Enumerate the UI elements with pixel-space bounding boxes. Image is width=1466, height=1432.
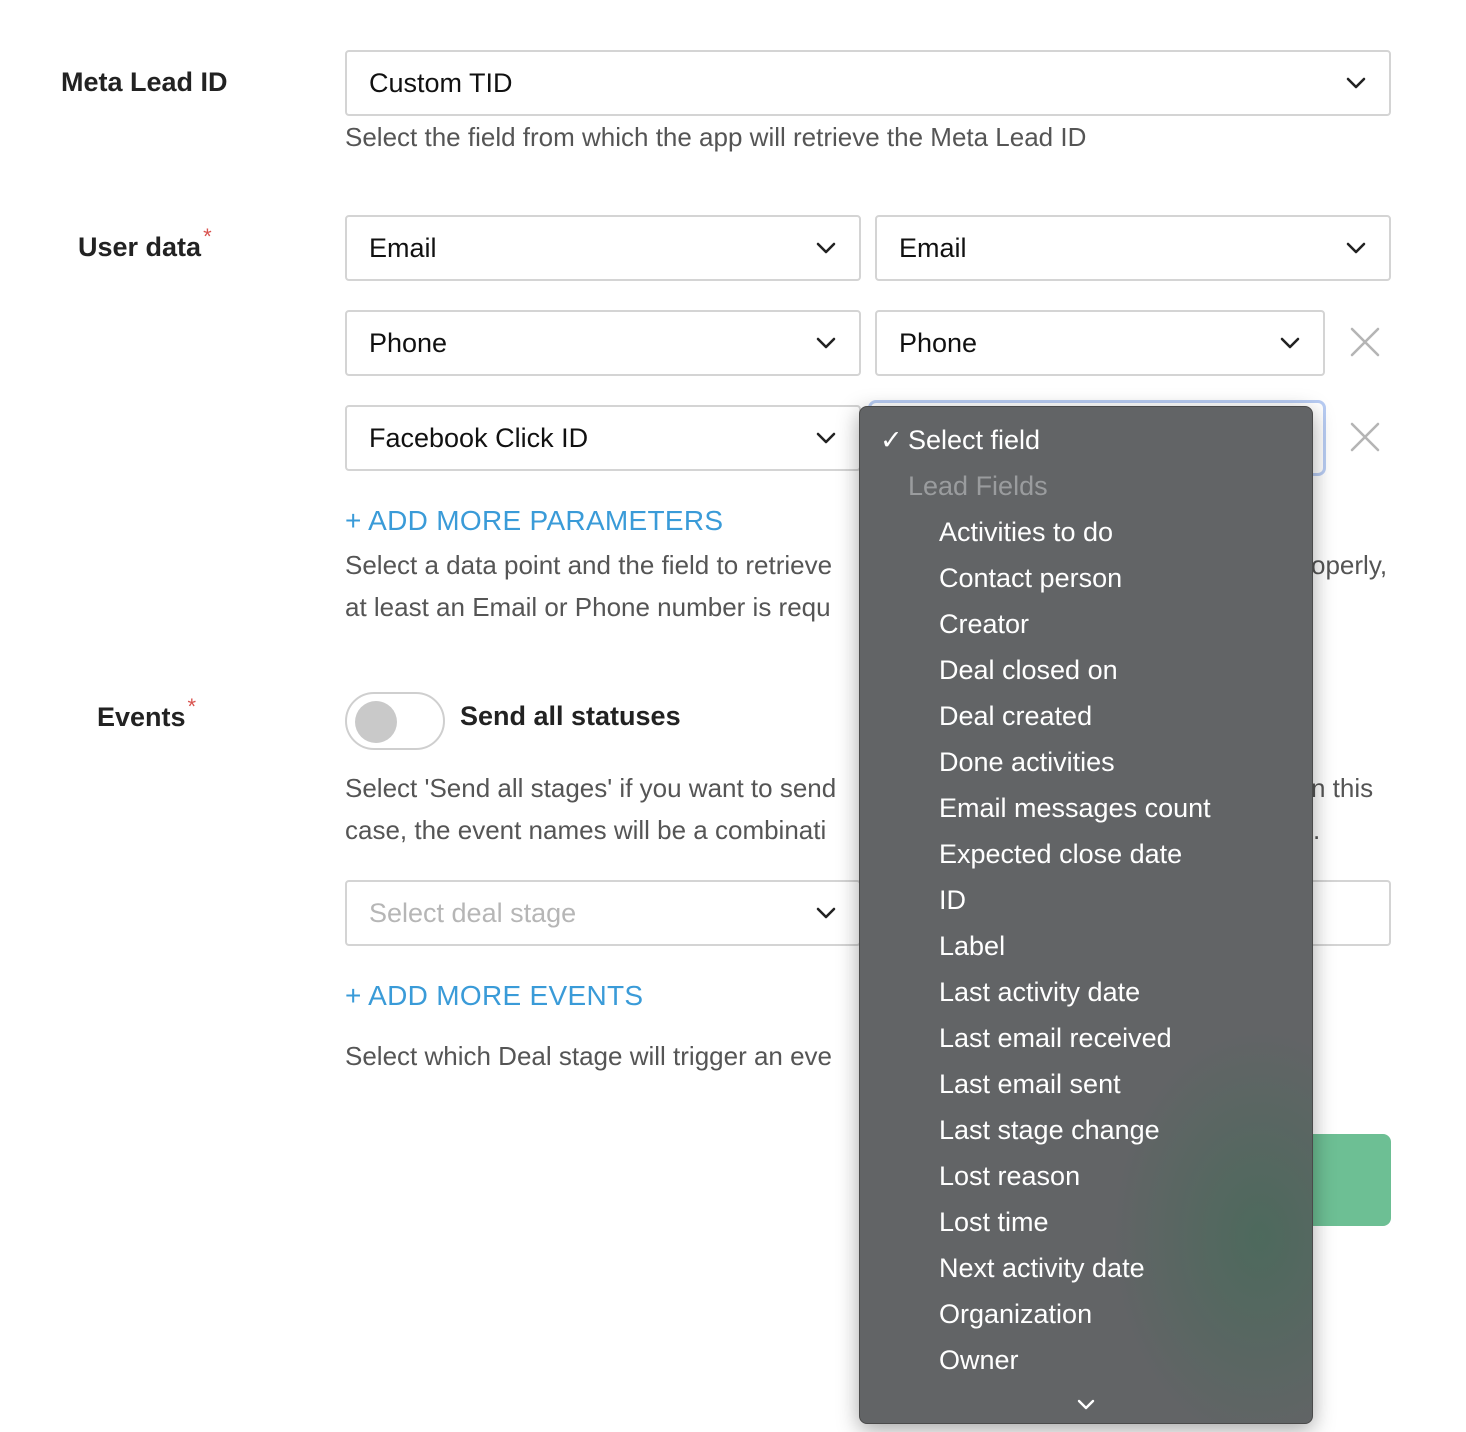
scroll-down-chevron-icon[interactable] — [1075, 1393, 1097, 1415]
events-help-bottom: Select which Deal stage will trigger an … — [345, 1041, 833, 1071]
dropdown-option[interactable]: ID — [939, 885, 966, 916]
required-mark: * — [203, 224, 212, 249]
user-data-param-select-email[interactable]: Email — [345, 215, 861, 281]
send-all-statuses-toggle[interactable] — [345, 692, 445, 750]
user-data-param-select-fbclid[interactable]: Facebook Click ID — [345, 405, 861, 471]
add-more-events-link[interactable]: + ADD MORE EVENTS — [345, 980, 643, 1012]
dropdown-option[interactable]: Activities to do — [939, 517, 1113, 548]
required-mark: * — [187, 694, 197, 719]
dropdown-option[interactable]: Organization — [939, 1299, 1092, 1330]
events-help-line1: Select 'Send all stages' if you want to … — [345, 773, 837, 803]
dropdown-option[interactable]: Deal created — [939, 701, 1092, 732]
meta-lead-id-label: Meta Lead ID — [61, 67, 228, 97]
events-help-line2-tail: . — [1313, 815, 1321, 845]
dropdown-option[interactable]: Owner — [939, 1345, 1019, 1376]
dropdown-option[interactable]: Last email sent — [939, 1069, 1121, 1100]
meta-lead-id-help: Select the field from which the app will… — [345, 122, 1087, 152]
dropdown-option[interactable]: Deal closed on — [939, 655, 1118, 686]
field-value: Phone — [899, 327, 978, 358]
field-dropdown-menu[interactable]: ✓ Select field Lead Fields Activities to … — [859, 406, 1313, 1424]
user-data-help-line1-tail: operly, — [1311, 550, 1388, 580]
user-data-help-line2: at least an Email or Phone number is req… — [345, 592, 831, 622]
user-data-label: User data* — [78, 224, 212, 262]
checkmark-icon: ✓ — [880, 425, 903, 455]
send-all-statuses-label: Send all statuses — [460, 701, 681, 731]
dropdown-option-selected[interactable]: ✓ Select field — [880, 425, 1040, 456]
chevron-down-icon — [1345, 237, 1367, 259]
user-data-param-select-phone[interactable]: Phone — [345, 310, 861, 376]
remove-row-phone-close-icon[interactable] — [1349, 326, 1381, 358]
dropdown-option[interactable]: Last activity date — [939, 977, 1140, 1008]
dropdown-option[interactable]: Next activity date — [939, 1253, 1145, 1284]
dropdown-option[interactable]: Done activities — [939, 747, 1115, 778]
deal-stage-placeholder: Select deal stage — [369, 897, 577, 928]
dropdown-option[interactable]: Lost time — [939, 1207, 1049, 1238]
dropdown-option[interactable]: Email messages count — [939, 793, 1211, 824]
events-help-line1-tail: n this — [1311, 773, 1374, 803]
field-value: Email — [899, 232, 967, 263]
param-value: Facebook Click ID — [369, 422, 589, 453]
deal-stage-select[interactable]: Select deal stage — [345, 880, 861, 946]
toggle-knob — [355, 701, 397, 743]
chevron-down-icon — [1279, 332, 1301, 354]
dropdown-option[interactable]: Label — [939, 931, 1005, 962]
remove-row-fbclid-close-icon[interactable] — [1349, 421, 1381, 453]
meta-lead-id-value: Custom TID — [369, 67, 513, 98]
param-value: Phone — [369, 327, 448, 358]
meta-lead-id-select[interactable]: Custom TID — [345, 50, 1391, 116]
add-more-parameters-link[interactable]: + ADD MORE PARAMETERS — [345, 505, 723, 537]
chevron-down-icon — [1345, 72, 1367, 94]
user-data-field-select-email[interactable]: Email — [875, 215, 1391, 281]
user-data-field-select-phone[interactable]: Phone — [875, 310, 1325, 376]
dropdown-option[interactable]: Last stage change — [939, 1115, 1160, 1146]
dropdown-option[interactable]: Expected close date — [939, 839, 1182, 870]
dropdown-option[interactable]: Last email received — [939, 1023, 1172, 1054]
dropdown-group-label: Lead Fields — [908, 471, 1048, 501]
chevron-down-icon — [815, 332, 837, 354]
chevron-down-icon — [815, 237, 837, 259]
events-help-line2: case, the event names will be a combinat… — [345, 815, 827, 845]
dropdown-option[interactable]: Contact person — [939, 563, 1122, 594]
dropdown-option[interactable]: Creator — [939, 609, 1029, 640]
chevron-down-icon — [815, 902, 837, 924]
param-value: Email — [369, 232, 437, 263]
dropdown-option[interactable]: Lost reason — [939, 1161, 1080, 1192]
events-label: Events* — [97, 694, 197, 732]
chevron-down-icon — [815, 427, 837, 449]
user-data-help-line1: Select a data point and the field to ret… — [345, 550, 833, 580]
